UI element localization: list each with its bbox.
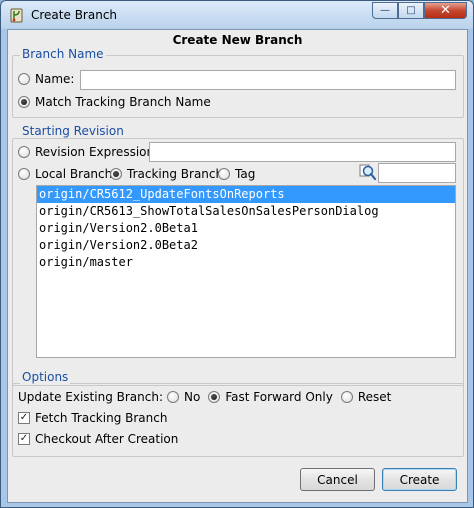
tracking-branch-list[interactable]: origin/CR5612_UpdateFontsOnReports origi…: [36, 185, 456, 358]
update-fast-forward-radio[interactable]: [208, 391, 221, 403]
search-icon[interactable]: [359, 163, 377, 181]
cancel-button[interactable]: Cancel: [300, 468, 375, 491]
list-item[interactable]: origin/Version2.0Beta2: [37, 237, 455, 254]
update-existing-label: Update Existing Branch:: [18, 390, 163, 404]
tag-option[interactable]: Tag: [218, 167, 255, 181]
update-no-radio[interactable]: [167, 391, 179, 403]
dialog-client-area: Create New Branch Branch Name Name: Matc…: [7, 29, 468, 503]
title-bar[interactable]: Create Branch — □ ✕: [1, 1, 473, 29]
list-item[interactable]: origin/CR5612_UpdateFontsOnReports: [37, 186, 455, 203]
tag-label: Tag: [235, 167, 256, 181]
local-branch-label: Local Branch: [35, 167, 113, 181]
create-branch-window: Create Branch — □ ✕ Create New Branch Br…: [0, 0, 474, 508]
window-title: Create Branch: [31, 8, 118, 22]
options-legend: Options: [20, 370, 71, 384]
fetch-tracking-label: Fetch Tracking Branch: [35, 411, 168, 425]
tracking-branch-radio[interactable]: [110, 168, 122, 180]
list-item[interactable]: origin/master: [37, 254, 455, 271]
branch-name-legend: Branch Name: [20, 47, 106, 61]
match-tracking-label: Match Tracking Branch Name: [35, 95, 211, 109]
minimize-button[interactable]: —: [372, 2, 398, 19]
local-branch-option[interactable]: Local Branch: [18, 167, 112, 181]
name-radio[interactable]: [18, 73, 30, 85]
starting-revision-legend: Starting Revision: [20, 124, 126, 138]
match-tracking-radio[interactable]: [18, 96, 30, 108]
dialog-heading: Create New Branch: [172, 33, 303, 47]
fetch-tracking-option[interactable]: ✓ Fetch Tracking Branch: [18, 411, 167, 425]
create-button[interactable]: Create: [382, 468, 457, 491]
update-no-label: No: [184, 390, 201, 404]
fetch-tracking-checkbox[interactable]: ✓: [18, 412, 30, 424]
tracking-branch-label: Tracking Branch: [127, 167, 224, 181]
list-item[interactable]: origin/Version2.0Beta1: [37, 220, 455, 237]
revision-expression-option[interactable]: Revision Expression:: [18, 145, 158, 159]
local-branch-radio[interactable]: [18, 168, 30, 180]
update-fast-forward-label: Fast Forward Only: [225, 390, 333, 404]
revision-expression-input[interactable]: [149, 142, 456, 162]
name-option[interactable]: Name:: [18, 72, 74, 86]
checkout-after-option[interactable]: ✓ Checkout After Creation: [18, 432, 178, 446]
maximize-button[interactable]: □: [398, 2, 424, 19]
checkout-after-checkbox[interactable]: ✓: [18, 433, 30, 445]
revision-expression-label: Revision Expression:: [35, 145, 159, 159]
revision-expression-radio[interactable]: [18, 146, 30, 158]
update-existing-row: Update Existing Branch: No Fast Forward …: [18, 390, 391, 404]
update-reset-label: Reset: [357, 390, 392, 404]
match-tracking-option[interactable]: Match Tracking Branch Name: [18, 95, 211, 109]
tracking-branch-option[interactable]: Tracking Branch: [110, 167, 223, 181]
git-branch-app-icon: [10, 8, 23, 23]
close-button[interactable]: ✕: [424, 2, 467, 19]
tag-radio[interactable]: [218, 168, 230, 180]
name-label: Name:: [35, 72, 75, 86]
list-item[interactable]: origin/CR5613_ShowTotalSalesOnSalesPerso…: [37, 203, 455, 220]
branch-filter-input[interactable]: [378, 163, 456, 183]
branch-name-input[interactable]: [80, 70, 456, 90]
update-reset-radio[interactable]: [340, 391, 353, 403]
checkout-after-label: Checkout After Creation: [35, 432, 179, 446]
